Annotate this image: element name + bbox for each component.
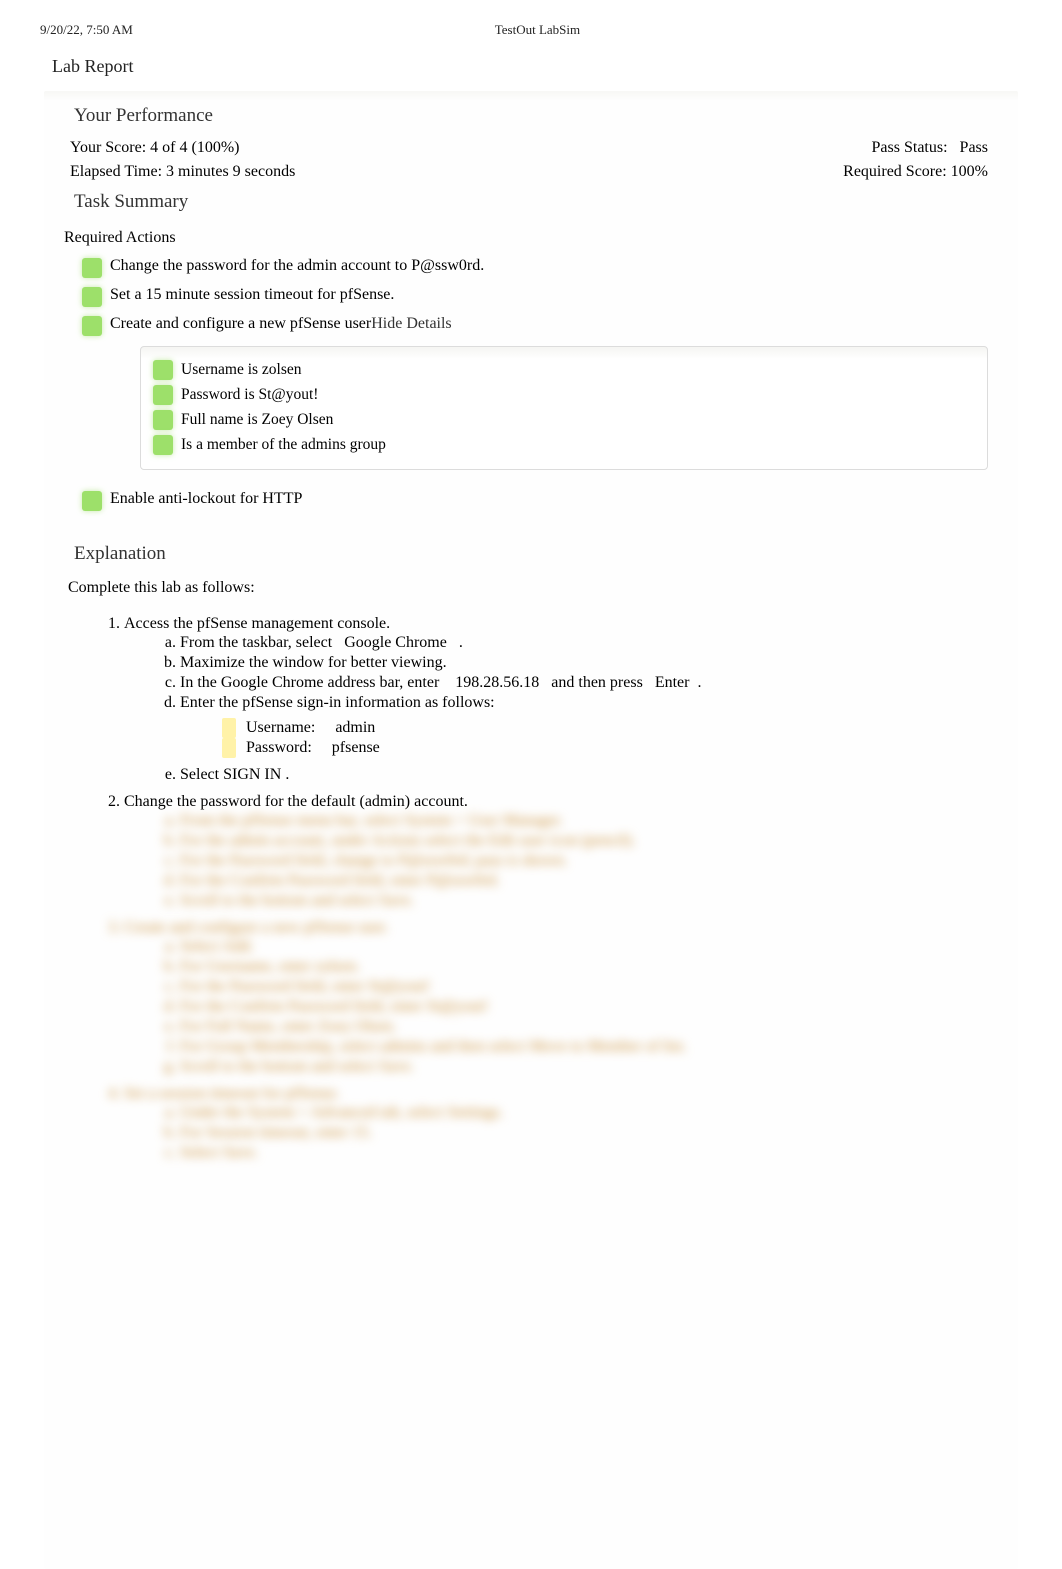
action-1: Change the password for the admin accoun… (44, 253, 1018, 282)
check-icon (153, 435, 173, 455)
action-2: Set a 15 minute session timeout for pfSe… (44, 282, 1018, 311)
header-app: TestOut LabSim (133, 22, 942, 38)
highlight-icon (222, 718, 236, 738)
time-row: Elapsed Time: 3 minutes 9 seconds Requir… (44, 161, 1018, 185)
header-datetime: 9/20/22, 7:50 AM (40, 22, 133, 38)
step-1d: Enter the pfSense sign-in information as… (180, 693, 1018, 765)
score-row: Your Score: 4 of 4 (100%) Pass Status: P… (44, 137, 1018, 161)
step-2-substeps: From the pfSense menu bar, select System… (124, 811, 1018, 911)
required-actions-heading: Required Actions (44, 223, 1018, 253)
step-1e: Select SIGN IN . (180, 765, 1018, 785)
action-3: Create and configure a new pfSense userH… (44, 311, 1018, 340)
check-icon (82, 258, 102, 278)
step-1: Access the pfSense management console. F… (124, 613, 1018, 791)
step-2: Change the password for the default (adm… (124, 791, 1018, 917)
step-1b: Maximize the window for better viewing. (180, 653, 1018, 673)
detail-password: Password is St@yout! (153, 382, 975, 407)
elapsed-time: Elapsed Time: 3 minutes 9 seconds (70, 163, 295, 181)
step-3: Create and configure a new pfSense user.… (124, 917, 1018, 1083)
action-3-details: Username is zolsen Password is St@yout! … (140, 346, 988, 470)
page-header: 9/20/22, 7:50 AM TestOut LabSim (0, 0, 1062, 46)
step-1c: In the Google Chrome address bar, enter … (180, 673, 1018, 693)
check-icon (153, 360, 173, 380)
check-icon (153, 385, 173, 405)
page-title: Lab Report (0, 46, 1062, 91)
pass-status: Pass Status: Pass (872, 139, 988, 157)
performance-heading: Your Performance (44, 91, 1018, 137)
check-icon (82, 287, 102, 307)
detail-fullname: Full name is Zoey Olsen (153, 407, 975, 432)
step-1a: From the taskbar, select Google Chrome . (180, 633, 1018, 653)
detail-group: Is a member of the admins group (153, 432, 975, 457)
action-4: Enable anti-lockout for HTTP (44, 480, 1018, 525)
check-icon (82, 491, 102, 511)
explanation-steps: Access the pfSense management console. F… (44, 613, 1018, 1169)
hide-details-toggle[interactable]: Hide Details (371, 315, 451, 332)
explanation-heading: Explanation (44, 525, 1018, 575)
credentials-block: Username: admin Password: pfsense (216, 716, 1018, 760)
score-label: Your Score: 4 of 4 (100%) (70, 139, 239, 157)
required-score: Required Score: 100% (843, 163, 988, 181)
check-icon (82, 316, 102, 336)
highlight-icon (222, 738, 236, 758)
task-summary-heading: Task Summary (44, 185, 1018, 223)
report-panel: Your Performance Your Score: 4 of 4 (100… (44, 91, 1018, 1569)
detail-username: Username is zolsen (153, 357, 975, 382)
check-icon (153, 410, 173, 430)
step-4: Set a session timeout for pfSense. Under… (124, 1083, 1018, 1169)
explanation-intro: Complete this lab as follows: (44, 575, 1018, 613)
